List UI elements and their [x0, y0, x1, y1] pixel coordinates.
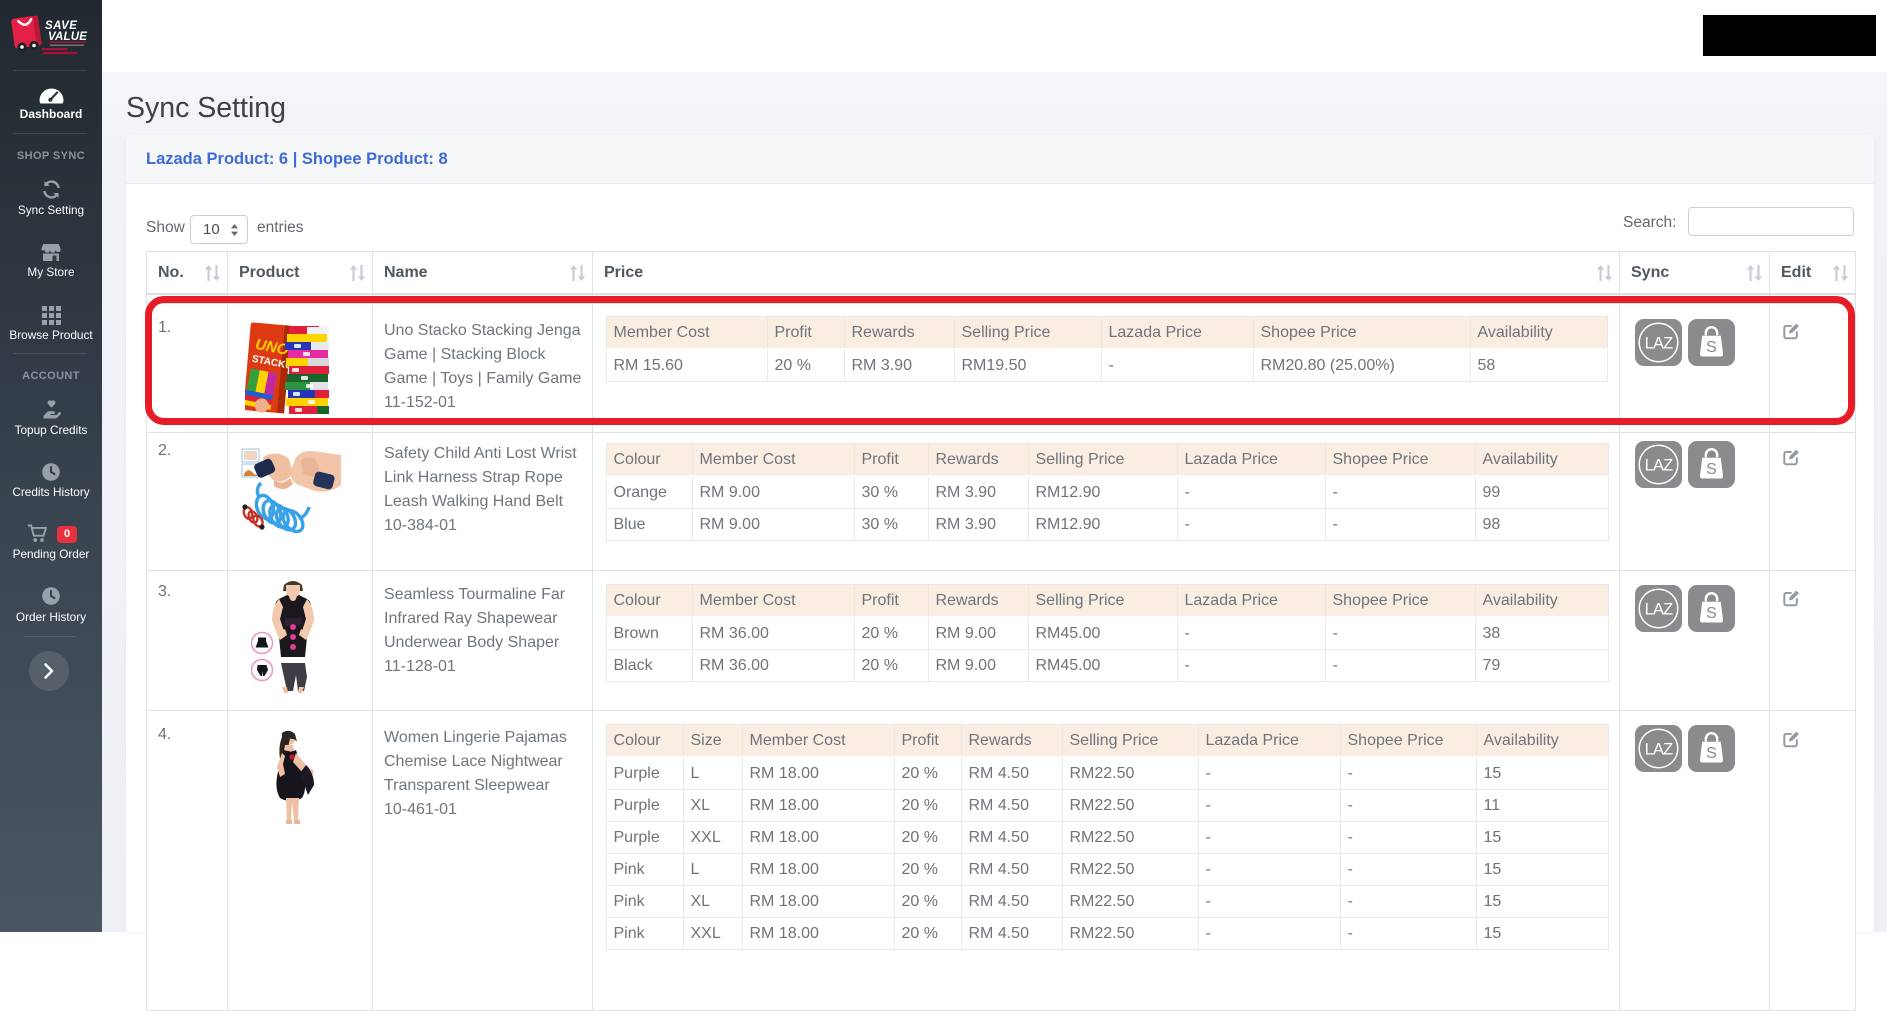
- svg-text:LAZ: LAZ: [1645, 456, 1674, 474]
- svg-text:VALUE: VALUE: [48, 31, 87, 43]
- svg-text:LAZ: LAZ: [1645, 740, 1674, 758]
- svg-text:S: S: [1706, 745, 1717, 762]
- svg-text:LAZ: LAZ: [1645, 600, 1674, 618]
- svg-text:S: S: [1706, 605, 1717, 622]
- svg-text:S: S: [1706, 461, 1717, 478]
